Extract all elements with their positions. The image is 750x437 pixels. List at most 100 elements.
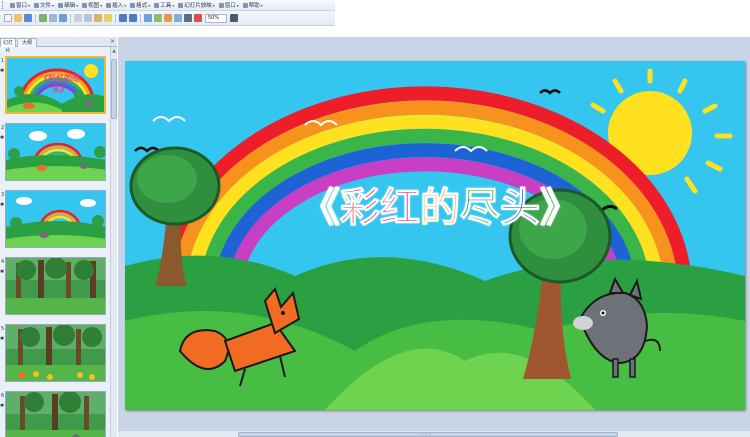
menu-item-tools[interactable]: 工具 ▾ (152, 0, 176, 11)
thumbnails-scrollbar[interactable]: ▲ (110, 47, 117, 437)
menu-label: 幻灯片放映 (184, 3, 212, 9)
menu-item-insert[interactable]: 插入 ▾ (104, 0, 128, 11)
file-icon (34, 2, 40, 8)
slide-title[interactable]: 《 彩 红 的 尽 头 》 (300, 183, 581, 233)
title-char: 彩 (340, 185, 381, 232)
slide-thumbnail-4[interactable]: 4 ✱ (0, 257, 110, 319)
paste-icon[interactable] (94, 14, 102, 22)
editor-horizontal-scrollbar[interactable]: ⋮⋮⋮ (118, 430, 750, 437)
menu-label: 窗口 (224, 3, 236, 9)
insert-picture-icon[interactable] (174, 14, 182, 22)
standard-toolbar: 50% (0, 11, 335, 26)
transition-icon: ✱ (0, 68, 5, 74)
toolbar-separator (115, 13, 116, 23)
zoom-select[interactable]: 50% (205, 13, 227, 23)
tools-icon (154, 2, 160, 8)
menu-label: 插入 (112, 3, 124, 9)
title-char: 的 (420, 185, 461, 232)
slide-number: 2 (1, 125, 5, 131)
slide-number: 3 (1, 192, 5, 198)
menu-label: 编辑 (64, 3, 76, 9)
thumb-6-art (6, 392, 105, 437)
title-char: 红 (380, 185, 421, 232)
chevron-down-icon: ▾ (76, 2, 79, 8)
chevron-down-icon: ▾ (212, 2, 215, 8)
window-icon (218, 2, 224, 8)
menu-item-view[interactable]: 视图 ▾ (80, 0, 104, 11)
slide-editor: 《 彩 红 的 尽 头 》 ⋮⋮⋮ (118, 37, 750, 437)
menu-label: 工具 (160, 3, 172, 9)
slide-preview (5, 190, 106, 248)
print-preview-icon[interactable] (49, 14, 57, 22)
title-char: 》 (540, 185, 581, 232)
thumb-4-art (6, 258, 105, 314)
chart-icon[interactable] (164, 14, 172, 22)
chevron-down-icon: ▾ (172, 2, 175, 8)
chevron-down-icon: ▾ (124, 2, 127, 8)
toolbar-separator (140, 13, 141, 23)
edit-icon (58, 2, 64, 8)
redo-icon[interactable] (129, 14, 137, 22)
tab-slides[interactable]: 幻灯片 (0, 38, 16, 54)
menu-item-window[interactable]: 窗口 ▾ (217, 0, 241, 11)
transition-icon: ✱ (0, 269, 5, 275)
toolbar-separator (70, 13, 71, 23)
transition-icon: ✱ (0, 336, 5, 342)
copy-icon[interactable] (84, 14, 92, 22)
open-icon[interactable] (14, 14, 22, 22)
current-slide[interactable]: 《 彩 红 的 尽 头 》 (125, 61, 745, 410)
menu-item-file[interactable]: 文件 ▾ (32, 0, 56, 11)
cut-icon[interactable] (74, 14, 82, 22)
hyperlink-icon[interactable] (144, 14, 152, 22)
chevron-down-icon: ▾ (236, 2, 239, 8)
help-icon[interactable] (230, 14, 238, 22)
new-icon[interactable] (4, 14, 12, 22)
slide-preview: 《彩虹的尽头》 (5, 56, 106, 114)
menu-item-edit[interactable]: 编辑 ▾ (56, 0, 80, 11)
insert-icon (106, 2, 112, 8)
slide-number: 6 (1, 393, 5, 399)
table-icon[interactable] (154, 14, 162, 22)
transition-icon: ✱ (0, 403, 5, 409)
title-char: 头 (500, 185, 541, 232)
close-icon[interactable]: × (110, 38, 115, 45)
chevron-down-icon: ▾ (260, 2, 263, 8)
format-icon (130, 2, 136, 8)
menu-item-format[interactable]: 格式 ▾ (128, 0, 152, 11)
slide-thumbnail-3[interactable]: 3 ✱ (0, 190, 110, 252)
tab-outline[interactable]: 大纲 (17, 38, 37, 47)
menubar-grip[interactable] (2, 1, 6, 9)
menu-label: 文件 (40, 3, 52, 9)
title-char: 《 (300, 185, 341, 232)
transition-icon: ✱ (0, 135, 5, 141)
slide-thumbnail-6[interactable]: 6 ✱ (0, 391, 110, 437)
scroll-up-icon[interactable]: ▲ (111, 47, 117, 54)
undo-icon[interactable] (119, 14, 127, 22)
slide-thumbnail-2[interactable]: 2 ✱ (0, 123, 110, 185)
chevron-down-icon: ▾ (100, 2, 103, 8)
scrollbar-thumb[interactable] (111, 59, 117, 119)
menu-bar: 窗口 ▾ 文件 ▾ 编辑 ▾ 视图 ▾ 插入 ▾ 格式 ▾ 工具 ▾ 幻灯片放映 ▾ 窗口 ▾ 帮… (0, 0, 335, 11)
chevron-down-icon: ▾ (28, 2, 31, 8)
spelling-icon[interactable] (59, 14, 67, 22)
format-painter-icon[interactable] (104, 14, 112, 22)
transition-icon: ✱ (0, 202, 5, 208)
slide-thumbnail-1[interactable]: 1 ✱ 《彩虹的尽头》 (0, 56, 110, 118)
menu-item-window-left[interactable]: 窗口 ▾ (8, 0, 32, 11)
view-icon (82, 2, 88, 8)
grip-icon: ⋮⋮⋮ (420, 432, 432, 437)
toolbar-separator (35, 13, 36, 23)
slide-number: 1 (1, 58, 5, 64)
grid-icon[interactable] (184, 14, 192, 22)
menu-label: 窗口 (16, 3, 28, 9)
save-icon[interactable] (24, 14, 32, 22)
print-icon[interactable] (39, 14, 47, 22)
color-grayscale-icon[interactable] (194, 14, 202, 22)
menu-item-slideshow[interactable]: 幻灯片放映 ▾ (176, 0, 217, 11)
help-icon (242, 2, 248, 8)
slides-panel: 幻灯片 大纲 × 1 ✱ 《彩虹的尽头》 2 ✱ 3 ✱ 4 ✱ 5 ✱ 6 ✱… (0, 37, 117, 437)
slide-thumbnail-5[interactable]: 5 ✱ (0, 324, 110, 386)
powerpoint-window: 窗口 ▾ 文件 ▾ 编辑 ▾ 视图 ▾ 插入 ▾ 格式 ▾ 工具 ▾ 幻灯片放映 ▾ 窗口 ▾ 帮… (0, 0, 750, 437)
menu-label: 帮助 (248, 3, 260, 9)
menu-item-help[interactable]: 帮助 ▾ (241, 0, 265, 11)
